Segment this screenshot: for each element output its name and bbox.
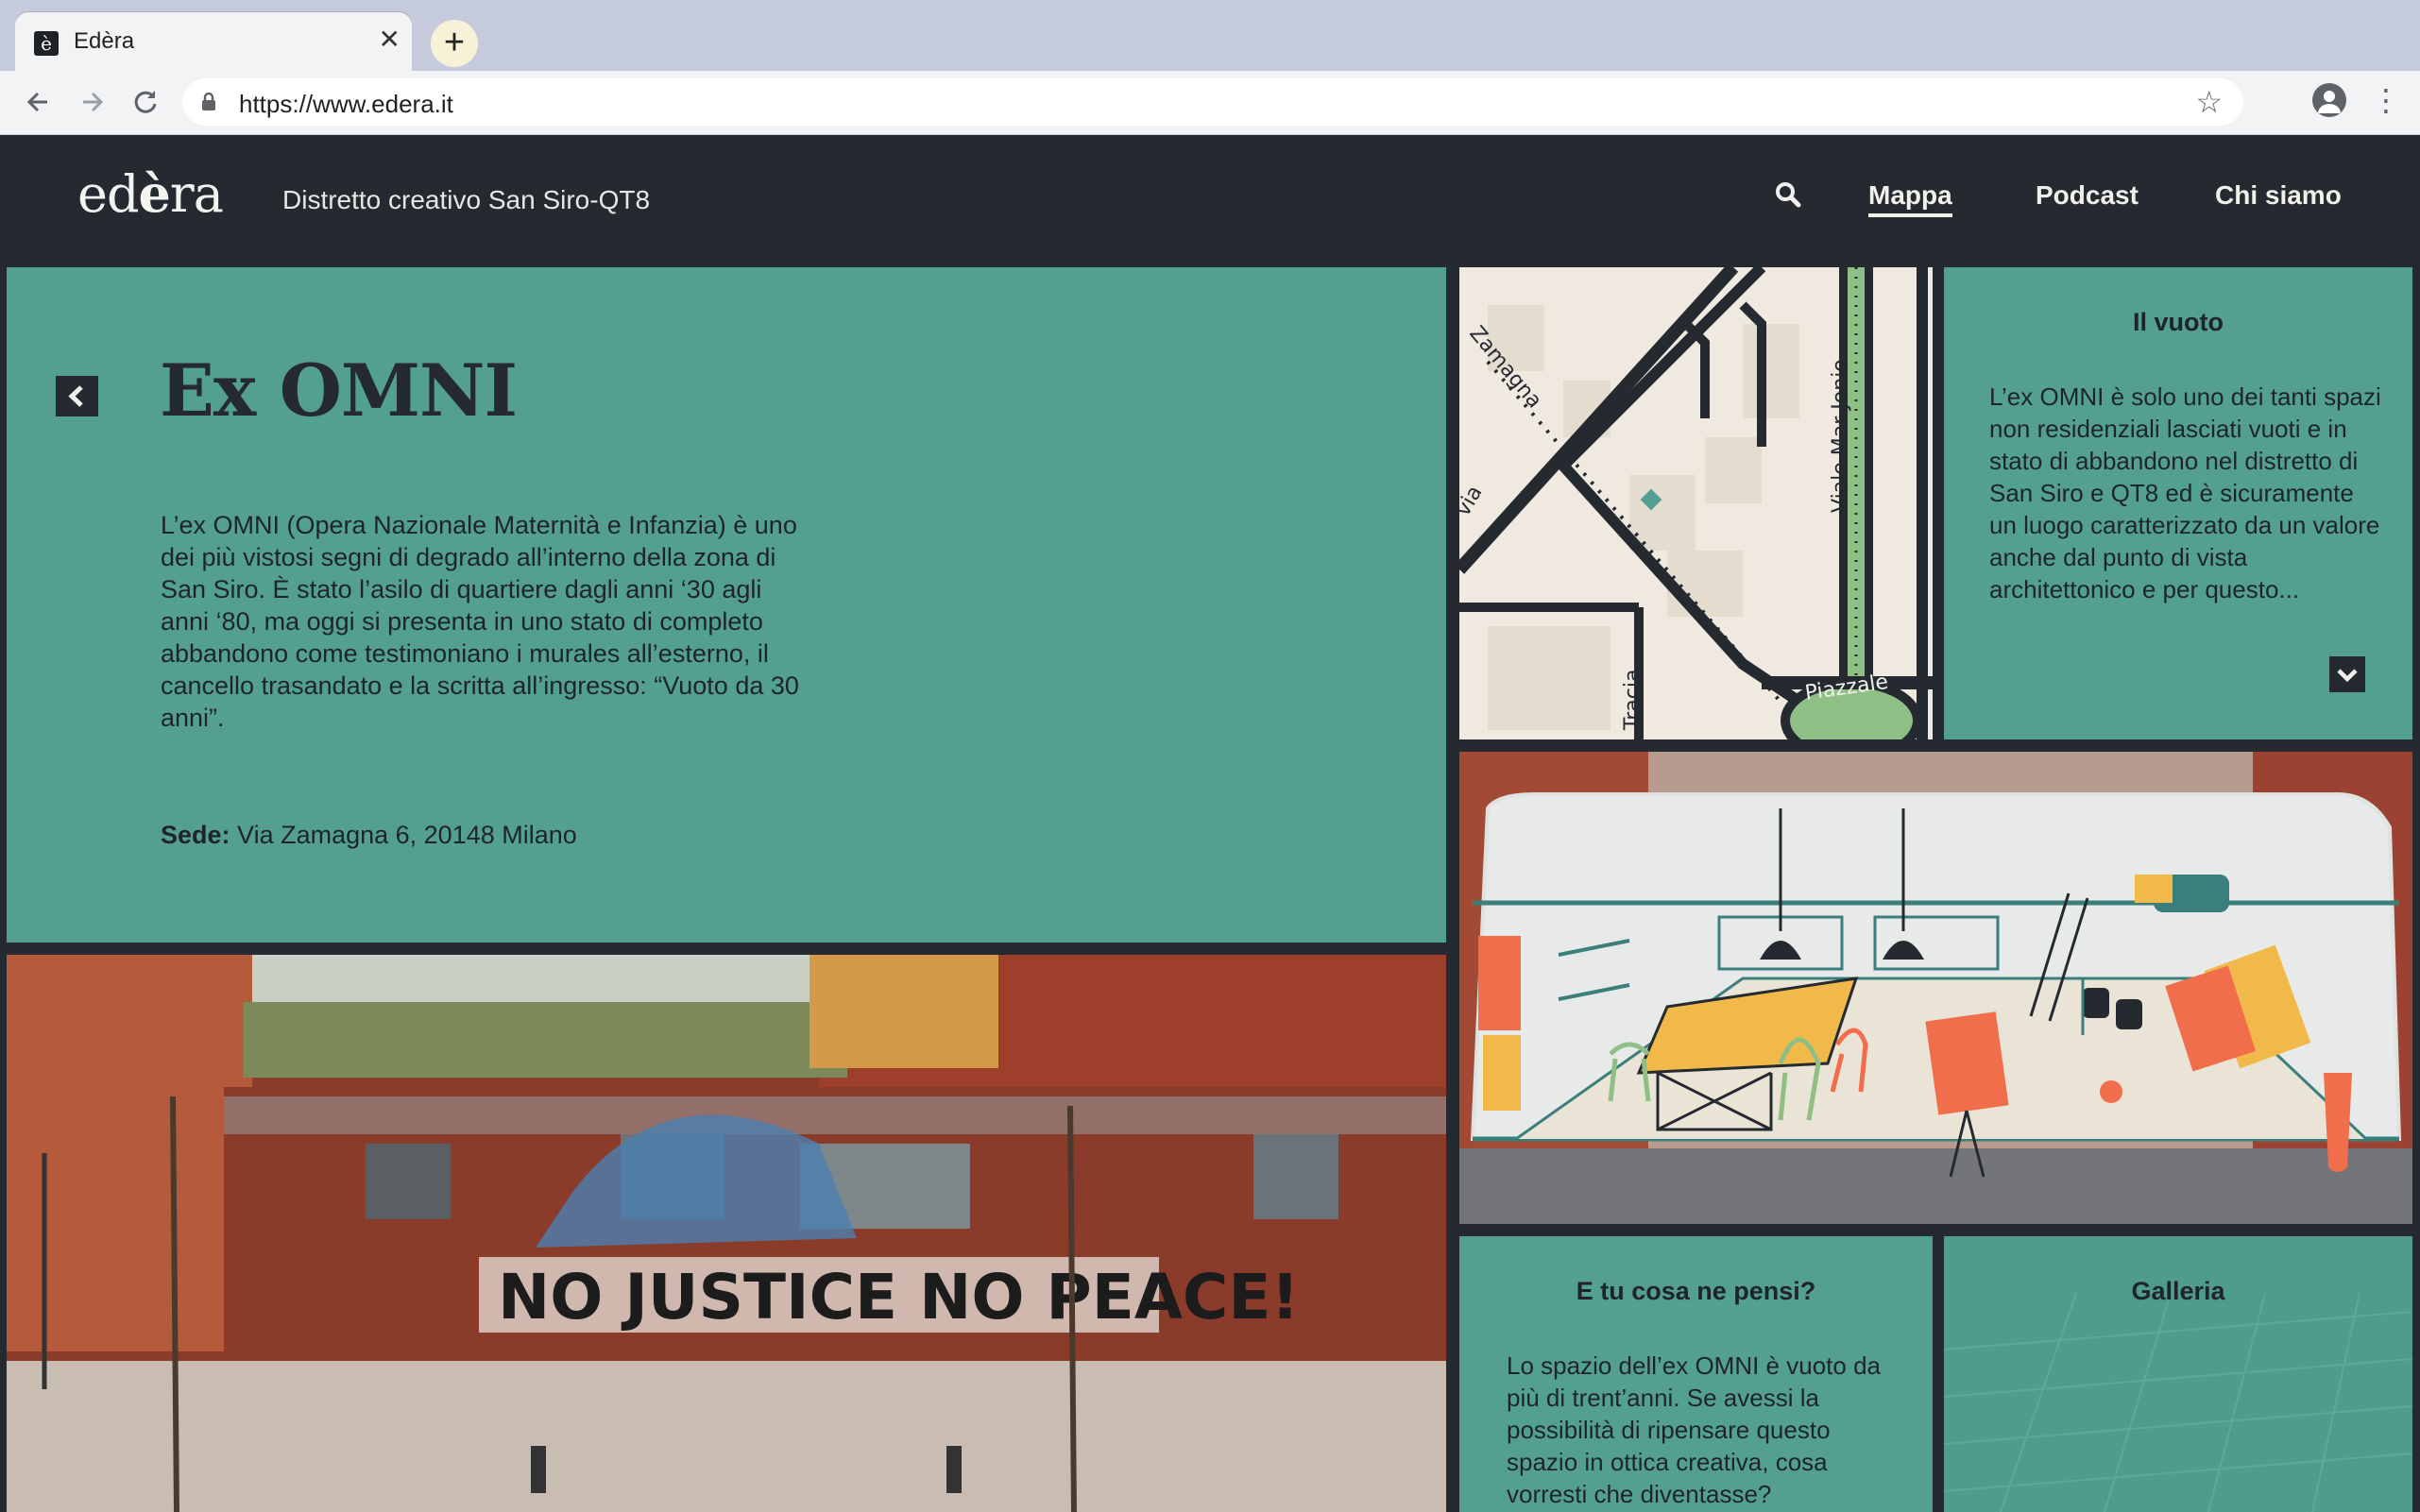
map-label-viale: Viale Mar Jonio xyxy=(1829,359,1852,513)
chevron-down-icon xyxy=(2337,669,2358,683)
kebab-menu-icon[interactable]: ⋮ xyxy=(2371,81,2401,119)
tab-title: Edèra xyxy=(74,28,135,54)
map-label-tracia: Tracia xyxy=(1621,670,1645,731)
address-bar[interactable]: https://www.edera.it ☆ xyxy=(182,78,2243,126)
map-tile[interactable]: Zamagna via Viale Mar Jonio Tracia Piazz… xyxy=(1459,267,1933,739)
browser-tab[interactable]: è Edèra ✕ xyxy=(15,12,412,71)
graffiti-text: NO JUSTICE NO PEACE! xyxy=(498,1261,1300,1334)
expand-button[interactable] xyxy=(2329,656,2365,692)
forward-arrow-icon[interactable] xyxy=(74,83,111,121)
vuoto-text: L’ex OMNI è solo uno dei tanti spazi non… xyxy=(1989,382,2381,603)
address-label: Sede: xyxy=(161,821,230,849)
favicon-icon: è xyxy=(34,31,59,56)
url-text: https://www.edera.it xyxy=(239,90,453,118)
vuoto-title: Il vuoto xyxy=(2133,308,2224,336)
site-tagline: Distretto creativo San Siro-QT8 xyxy=(282,185,651,214)
search-icon[interactable] xyxy=(1774,180,1802,209)
place-info-panel: Ex OMNI L’ex OMNI (Opera Nazionale Mater… xyxy=(7,267,1446,943)
studio-illustration xyxy=(1459,752,2412,1224)
opinion-card: E tu cosa ne pensi? Lo spazio dell’ex OM… xyxy=(1459,1236,1933,1512)
back-arrow-icon[interactable] xyxy=(19,83,57,121)
browser-toolbar: https://www.edera.it ☆ ⋮ xyxy=(0,71,2420,135)
profile-icon[interactable] xyxy=(2312,83,2346,117)
nav-chi-siamo[interactable]: Chi siamo xyxy=(2215,180,2342,211)
opinion-title: E tu cosa ne pensi? xyxy=(1576,1277,1816,1305)
site-logo[interactable]: edèra xyxy=(77,163,224,224)
close-icon[interactable]: ✕ xyxy=(379,25,400,54)
star-icon[interactable]: ☆ xyxy=(2195,86,2223,118)
back-button[interactable] xyxy=(56,376,98,416)
gallery-card[interactable]: Galleria xyxy=(1944,1236,2412,1512)
place-photo: NO JUSTICE NO PEACE! xyxy=(7,955,1446,1512)
place-description: L’ex OMNI (Opera Nazionale Maternità e I… xyxy=(161,511,799,732)
address-value: Via Zamagna 6, 20148 Milano xyxy=(237,821,577,849)
vuoto-card: Il vuoto L’ex OMNI è solo uno dei tanti … xyxy=(1944,267,2412,739)
nav-mappa[interactable]: Mappa xyxy=(1868,180,1952,217)
page-title: Ex OMNI xyxy=(160,348,518,433)
lock-icon xyxy=(202,93,215,110)
place-address: Sede: Via Zamagna 6, 20148 Milano xyxy=(161,821,577,850)
nav-podcast[interactable]: Podcast xyxy=(2036,180,2139,211)
gallery-title: Galleria xyxy=(2131,1277,2225,1305)
chevron-left-icon xyxy=(68,385,83,407)
site-header: edèra Distretto creativo San Siro-QT8 Ma… xyxy=(0,135,2420,264)
new-tab-button[interactable]: + xyxy=(431,20,478,67)
browser-tab-strip: è Edèra ✕ + xyxy=(0,0,2420,71)
opinion-text: Lo spazio dell’ex OMNI è vuoto da più di… xyxy=(1507,1351,1881,1508)
reload-icon[interactable] xyxy=(127,83,164,121)
